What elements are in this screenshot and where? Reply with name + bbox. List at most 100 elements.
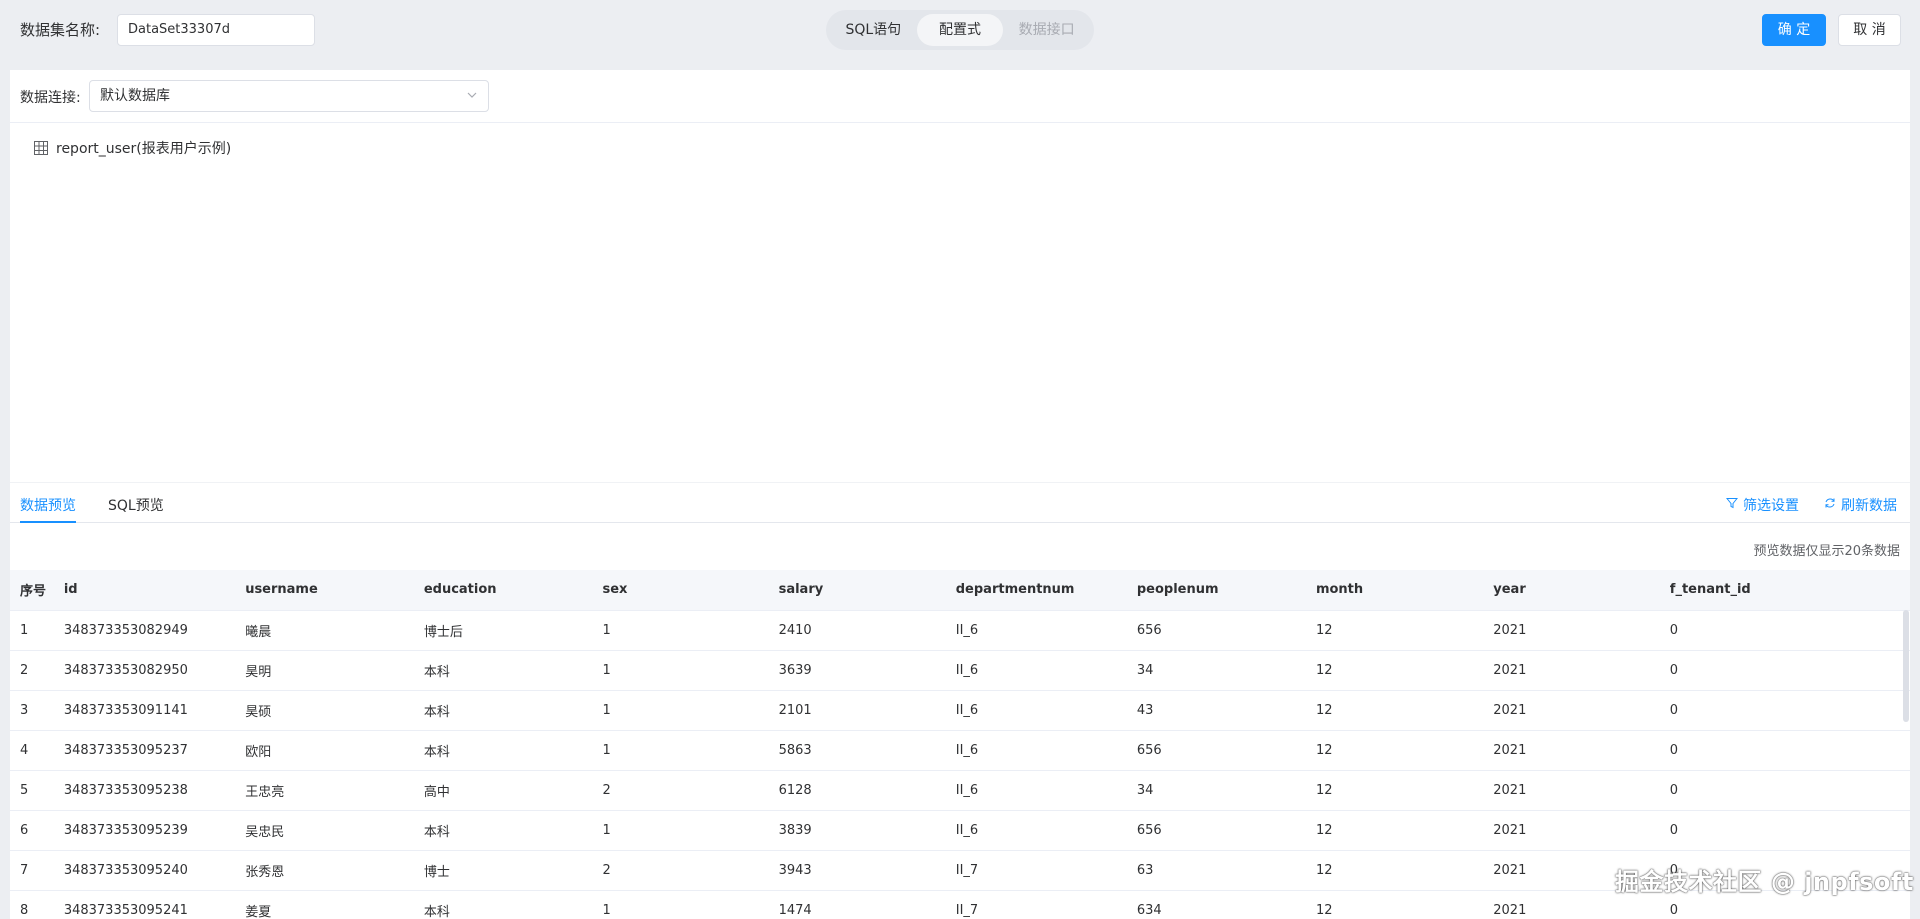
table-row[interactable]: 5 348373353095238 王忠亮 高中 2 6128 II_6 34 12 2021 0 [10, 770, 1910, 811]
preview-note: 预览数据仅显示20条数据 [1753, 544, 1900, 559]
table-cell: 1 [592, 610, 769, 651]
table-cell: 348373353082950 [53, 650, 236, 691]
filter-icon [1725, 497, 1739, 513]
table-cell: 2021 [1483, 810, 1660, 851]
table-cell: 656 [1126, 730, 1306, 771]
table-cell: II_6 [945, 770, 1127, 811]
table-cell: 高中 [413, 770, 593, 811]
connection-label: 数据连接: [20, 90, 81, 106]
refresh-data-button[interactable]: 刷新数据 [1824, 495, 1897, 515]
table-cell: 12 [1305, 810, 1484, 851]
table-cell: II_6 [945, 730, 1127, 771]
table-cell: 2021 [1483, 690, 1660, 731]
active-tab-indicator [20, 521, 76, 523]
tab-data-preview[interactable]: 数据预览 [20, 495, 76, 515]
table-row[interactable]: 3 348373353091141 昊硕 本科 1 2101 II_6 43 12 2021 0 [10, 690, 1910, 731]
table-cell: 昊明 [235, 650, 414, 691]
table-cell: 348373353095239 [53, 810, 236, 851]
table-cell: 12 [1305, 690, 1484, 731]
tab-sql[interactable]: SQL语句 [830, 14, 917, 46]
table-cell: 0 [1659, 610, 1910, 651]
table-cell: II_6 [945, 810, 1127, 851]
tab-config[interactable]: 配置式 [916, 14, 1004, 46]
table-cell: 张秀恩 [235, 850, 414, 891]
connection-select[interactable]: 默认数据库 [89, 80, 489, 112]
table-cell: 本科 [413, 650, 593, 691]
table-cell: 12 [1305, 850, 1484, 891]
table-cell: 吴忠民 [235, 810, 414, 851]
connection-row: 数据连接: 默认数据库 [10, 70, 1910, 123]
table-row[interactable]: 1 348373353082949 曦晨 博士后 1 2410 II_6 656 12 2021 0 [10, 610, 1910, 651]
connection-selected-value: 默认数据库 [100, 88, 170, 104]
table-row[interactable]: 2 348373353082950 昊明 本科 1 3639 II_6 34 12 2021 0 [10, 650, 1910, 691]
table-cell: 2 [592, 770, 769, 811]
table-cell: 昊硕 [235, 690, 414, 731]
column-header: year [1483, 570, 1660, 611]
table-cell: 博士后 [413, 610, 593, 651]
column-header: 序号 [10, 570, 54, 611]
table-tree-item[interactable]: report_user(报表用户示例) [34, 138, 231, 158]
table-cell: 1474 [768, 890, 946, 919]
table-cell: 3 [10, 690, 54, 731]
table-cell: II_6 [945, 690, 1127, 731]
table-cell: 2 [592, 850, 769, 891]
table-cell: 656 [1126, 810, 1306, 851]
dataset-name-label: 数据集名称: [20, 21, 101, 39]
table-cell: 本科 [413, 890, 593, 919]
table-cell: 12 [1305, 610, 1484, 651]
table-cell: 634 [1126, 890, 1306, 919]
table-cell: 4 [10, 730, 54, 771]
table-scrollbar[interactable] [1903, 610, 1909, 722]
table-cell: 本科 [413, 810, 593, 851]
tab-sql-preview[interactable]: SQL预览 [108, 495, 164, 515]
preview-tabs: 数据预览 SQL预览 筛选设置 刷新数据 [10, 482, 1910, 523]
table-cell: 2101 [768, 690, 946, 731]
table-cell: 8 [10, 890, 54, 919]
table-cell: II_6 [945, 650, 1127, 691]
column-header: departmentnum [945, 570, 1127, 611]
filter-settings-label: 筛选设置 [1743, 498, 1799, 514]
table-cell: 姜夏 [235, 890, 414, 919]
table-cell: 348373353082949 [53, 610, 236, 651]
table-cell: 5 [10, 770, 54, 811]
table-cell: 0 [1659, 650, 1910, 691]
column-header: education [413, 570, 593, 611]
confirm-button[interactable]: 确 定 [1762, 14, 1826, 46]
table-name-label: report_user(报表用户示例) [56, 141, 232, 157]
table-cell: 2 [10, 650, 54, 691]
table-header-row: 序号 id username education sex salary depa… [10, 570, 1910, 611]
dataset-name-input[interactable]: DataSet33307d [117, 14, 315, 46]
table-cell: 欧阳 [235, 730, 414, 771]
table-cell: 1 [592, 650, 769, 691]
filter-settings-button[interactable]: 筛选设置 [1725, 495, 1799, 515]
column-header: username [235, 570, 414, 611]
table-cell: 1 [592, 730, 769, 771]
table-cell: 63 [1126, 850, 1306, 891]
table-cell: 2021 [1483, 730, 1660, 771]
table-cell: 5863 [768, 730, 946, 771]
table-row[interactable]: 4 348373353095237 欧阳 本科 1 5863 II_6 656 12 2021 0 [10, 730, 1910, 771]
column-header: salary [768, 570, 946, 611]
table-row[interactable]: 6 348373353095239 吴忠民 本科 1 3839 II_6 656 12 2021 0 [10, 810, 1910, 851]
cancel-button[interactable]: 取 消 [1838, 14, 1901, 46]
top-bar: 数据集名称: DataSet33307d SQL语句 配置式 数据接口 确 定 … [0, 0, 1920, 60]
tab-api[interactable]: 数据接口 [1003, 14, 1090, 46]
table-cell: 曦晨 [235, 610, 414, 651]
table-cell: 王忠亮 [235, 770, 414, 811]
table-cell: 348373353095240 [53, 850, 236, 891]
table-cell: 0 [1659, 730, 1910, 771]
table-cell: 2410 [768, 610, 946, 651]
table-cell: 3943 [768, 850, 946, 891]
table-cell: 0 [1659, 770, 1910, 811]
table-grid-icon [34, 141, 48, 155]
table-cell: 6128 [768, 770, 946, 811]
table-cell: 43 [1126, 690, 1306, 731]
table-cell: 12 [1305, 650, 1484, 691]
table-cell: II_7 [945, 850, 1127, 891]
table-cell: 本科 [413, 730, 593, 771]
table-cell: 1 [592, 890, 769, 919]
column-header: sex [592, 570, 769, 611]
table-cell: 348373353095237 [53, 730, 236, 771]
refresh-icon [1824, 497, 1836, 513]
table-cell: 1 [10, 610, 54, 651]
